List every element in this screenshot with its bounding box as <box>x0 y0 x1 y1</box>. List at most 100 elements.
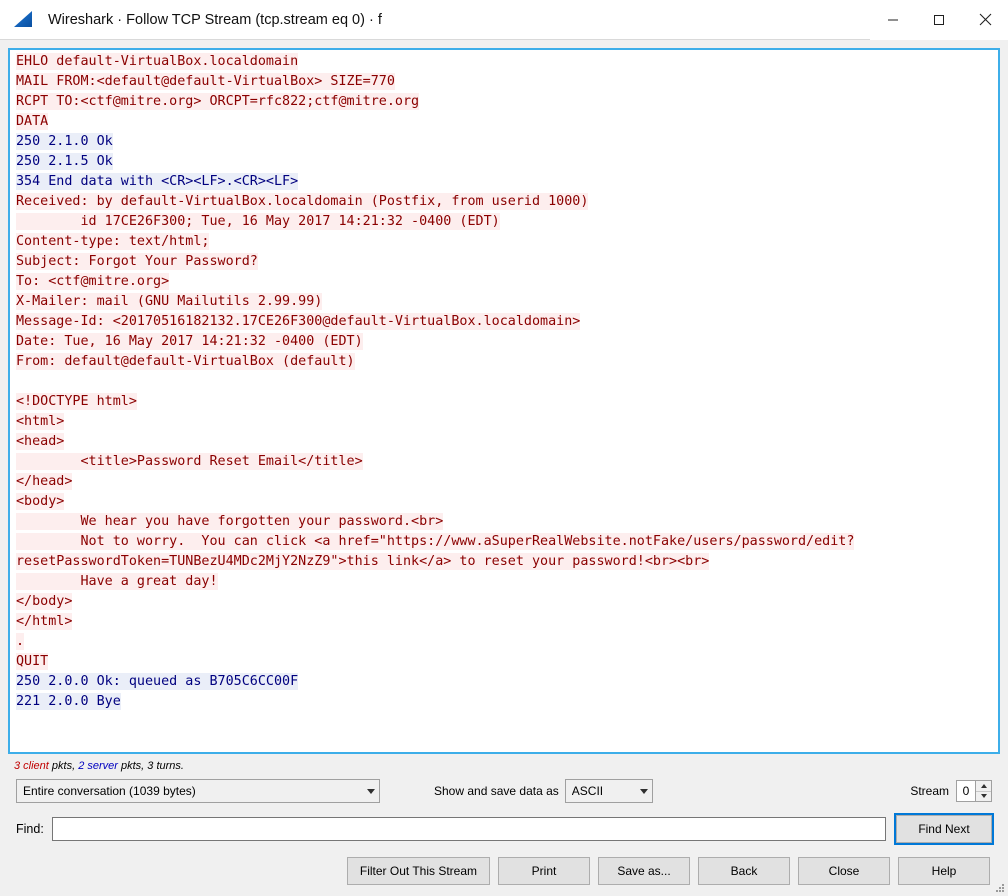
minimize-button[interactable] <box>870 0 916 40</box>
stream-text-area[interactable]: EHLO default-VirtualBox.localdomain MAIL … <box>8 48 1000 754</box>
stream-content: EHLO default-VirtualBox.localdomain MAIL … <box>16 52 998 712</box>
stream-line: . <box>16 632 998 652</box>
packet-summary: 3 client pkts, 2 server pkts, 3 turns. <box>8 754 1000 776</box>
conversation-select-value: Entire conversation (1039 bytes) <box>23 784 196 798</box>
chevron-down-icon <box>367 788 375 794</box>
find-input[interactable] <box>51 817 886 841</box>
stream-line: X-Mailer: mail (GNU Mailutils 2.99.99) <box>16 292 998 312</box>
stream-line-client: </head> <box>16 473 73 490</box>
stream-line-client: <head> <box>16 433 65 450</box>
show-save-data-label: Show and save data as <box>434 784 559 798</box>
conversation-select[interactable]: Entire conversation (1039 bytes) <box>16 779 380 803</box>
stream-line: Content-type: text/html; <box>16 232 998 252</box>
stream-line: </head> <box>16 472 998 492</box>
stream-line: <html> <box>16 412 998 432</box>
stream-controls-row: Entire conversation (1039 bytes) Show an… <box>8 776 1000 806</box>
close-dialog-button[interactable]: Close <box>798 857 890 885</box>
stream-line: MAIL FROM:<default@default-VirtualBox> S… <box>16 72 998 92</box>
stream-line-server: 250 2.0.0 Ok: queued as B705C6CC00F <box>16 673 299 690</box>
stream-line: From: default@default-VirtualBox (defaul… <box>16 352 998 372</box>
stream-line: <!DOCTYPE html> <box>16 392 998 412</box>
close-button[interactable] <box>962 0 1008 40</box>
stream-line: EHLO default-VirtualBox.localdomain <box>16 52 998 72</box>
stream-line-client: X-Mailer: mail (GNU Mailutils 2.99.99) <box>16 293 323 310</box>
stream-line: Not to worry. You can click <a href="htt… <box>16 532 998 552</box>
stream-line-client: DATA <box>16 113 49 130</box>
stream-line-client: . <box>16 633 25 650</box>
stream-line-client: Have a great day! <box>16 573 218 590</box>
stream-line: Have a great day! <box>16 572 998 592</box>
stream-line <box>16 372 998 392</box>
dialog-body: EHLO default-VirtualBox.localdomain MAIL … <box>0 40 1008 896</box>
stream-line-client: Not to worry. You can click <a href="htt… <box>16 533 855 550</box>
stream-line: </body> <box>16 592 998 612</box>
chevron-down-icon <box>639 788 648 794</box>
stream-line-client: <!DOCTYPE html> <box>16 393 137 410</box>
data-format-select[interactable]: ASCII <box>564 779 653 803</box>
maximize-button[interactable] <box>916 0 962 40</box>
stream-line-client: Date: Tue, 16 May 2017 14:21:32 -0400 (E… <box>16 333 363 350</box>
data-format-value: ASCII <box>571 784 604 798</box>
stepper-buttons <box>975 781 991 801</box>
stream-line-client: EHLO default-VirtualBox.localdomain <box>16 53 299 70</box>
find-next-button[interactable]: Find Next <box>894 813 994 845</box>
stream-line-server: 250 2.1.5 Ok <box>16 153 113 170</box>
stream-line: RCPT TO:<ctf@mitre.org> ORCPT=rfc822;ctf… <box>16 92 998 112</box>
stream-line: To: <ctf@mitre.org> <box>16 272 998 292</box>
stream-line-client: <html> <box>16 413 65 430</box>
stream-line: </html> <box>16 612 998 632</box>
stream-line-client: <body> <box>16 493 65 510</box>
stream-line: <body> <box>16 492 998 512</box>
stream-line: We hear you have forgotten your password… <box>16 512 998 532</box>
print-button[interactable]: Print <box>498 857 590 885</box>
stream-line: resetPasswordToken=TUNBezU4MDc2MjY2NzZ9"… <box>16 552 998 572</box>
stream-line-client: To: <ctf@mitre.org> <box>16 273 170 290</box>
stream-line-client: <title>Password Reset Email</title> <box>16 453 363 470</box>
follow-tcp-stream-window: Wireshark · Follow TCP Stream (tcp.strea… <box>0 0 1008 896</box>
stream-line: 354 End data with <CR><LF>.<CR><LF> <box>16 172 998 192</box>
back-button[interactable]: Back <box>698 857 790 885</box>
stream-line: <head> <box>16 432 998 452</box>
stream-line-client: Message-Id: <20170516182132.17CE26F300@d… <box>16 313 581 330</box>
stream-line-client: resetPasswordToken=TUNBezU4MDc2MjY2NzZ9"… <box>16 553 710 570</box>
stream-line-server: 354 End data with <CR><LF>.<CR><LF> <box>16 173 299 190</box>
wireshark-shark-fin-logo <box>12 9 38 31</box>
stream-line-client: </html> <box>16 613 73 630</box>
stream-line: QUIT <box>16 652 998 672</box>
stream-line-client: RCPT TO:<ctf@mitre.org> ORCPT=rfc822;ctf… <box>16 93 420 110</box>
stream-number-value: 0 <box>957 781 975 801</box>
stream-line: 250 2.0.0 Ok: queued as B705C6CC00F <box>16 672 998 692</box>
summary-client-suffix: pkts, <box>48 760 79 772</box>
stream-line: Received: by default-VirtualBox.localdom… <box>16 192 998 212</box>
stream-line-server: 250 2.1.0 Ok <box>16 133 113 150</box>
stream-line: 250 2.1.5 Ok <box>16 152 998 172</box>
window-controls <box>870 0 1008 40</box>
stream-decrement-button[interactable] <box>976 792 991 802</box>
resize-grip[interactable] <box>994 882 1006 894</box>
stream-increment-button[interactable] <box>976 781 991 792</box>
triangle-up-icon <box>980 783 987 788</box>
stream-label: Stream <box>910 784 949 798</box>
stream-line-client: id 17CE26F300; Tue, 16 May 2017 14:21:32… <box>16 213 500 230</box>
stream-line-client: </body> <box>16 593 73 610</box>
stream-number-stepper[interactable]: 0 <box>956 780 992 802</box>
find-row: Find: Find Next <box>8 806 1000 845</box>
stream-line-client: Subject: Forgot Your Password? <box>16 253 258 270</box>
stream-line: <title>Password Reset Email</title> <box>16 452 998 472</box>
stream-line: 250 2.1.0 Ok <box>16 132 998 152</box>
stream-line: Date: Tue, 16 May 2017 14:21:32 -0400 (E… <box>16 332 998 352</box>
find-label: Find: <box>16 822 44 836</box>
window-title: Wireshark · Follow TCP Stream (tcp.strea… <box>48 11 382 28</box>
summary-server-suffix: pkts, 3 turns. <box>117 760 184 772</box>
stream-line: Message-Id: <20170516182132.17CE26F300@d… <box>16 312 998 332</box>
stream-line-client: Content-type: text/html; <box>16 233 210 250</box>
filter-out-this-stream-button[interactable]: Filter Out This Stream <box>346 857 490 885</box>
stream-line-client: From: default@default-VirtualBox (defaul… <box>16 353 355 370</box>
stream-line-client: MAIL FROM:<default@default-VirtualBox> S… <box>16 73 395 90</box>
stream-line: id 17CE26F300; Tue, 16 May 2017 14:21:32… <box>16 212 998 232</box>
save-as-button[interactable]: Save as... <box>598 857 690 885</box>
stream-line: DATA <box>16 112 998 132</box>
help-button[interactable]: Help <box>898 857 990 885</box>
summary-server-count: 2 server <box>78 760 118 772</box>
stream-line-client: QUIT <box>16 653 49 670</box>
